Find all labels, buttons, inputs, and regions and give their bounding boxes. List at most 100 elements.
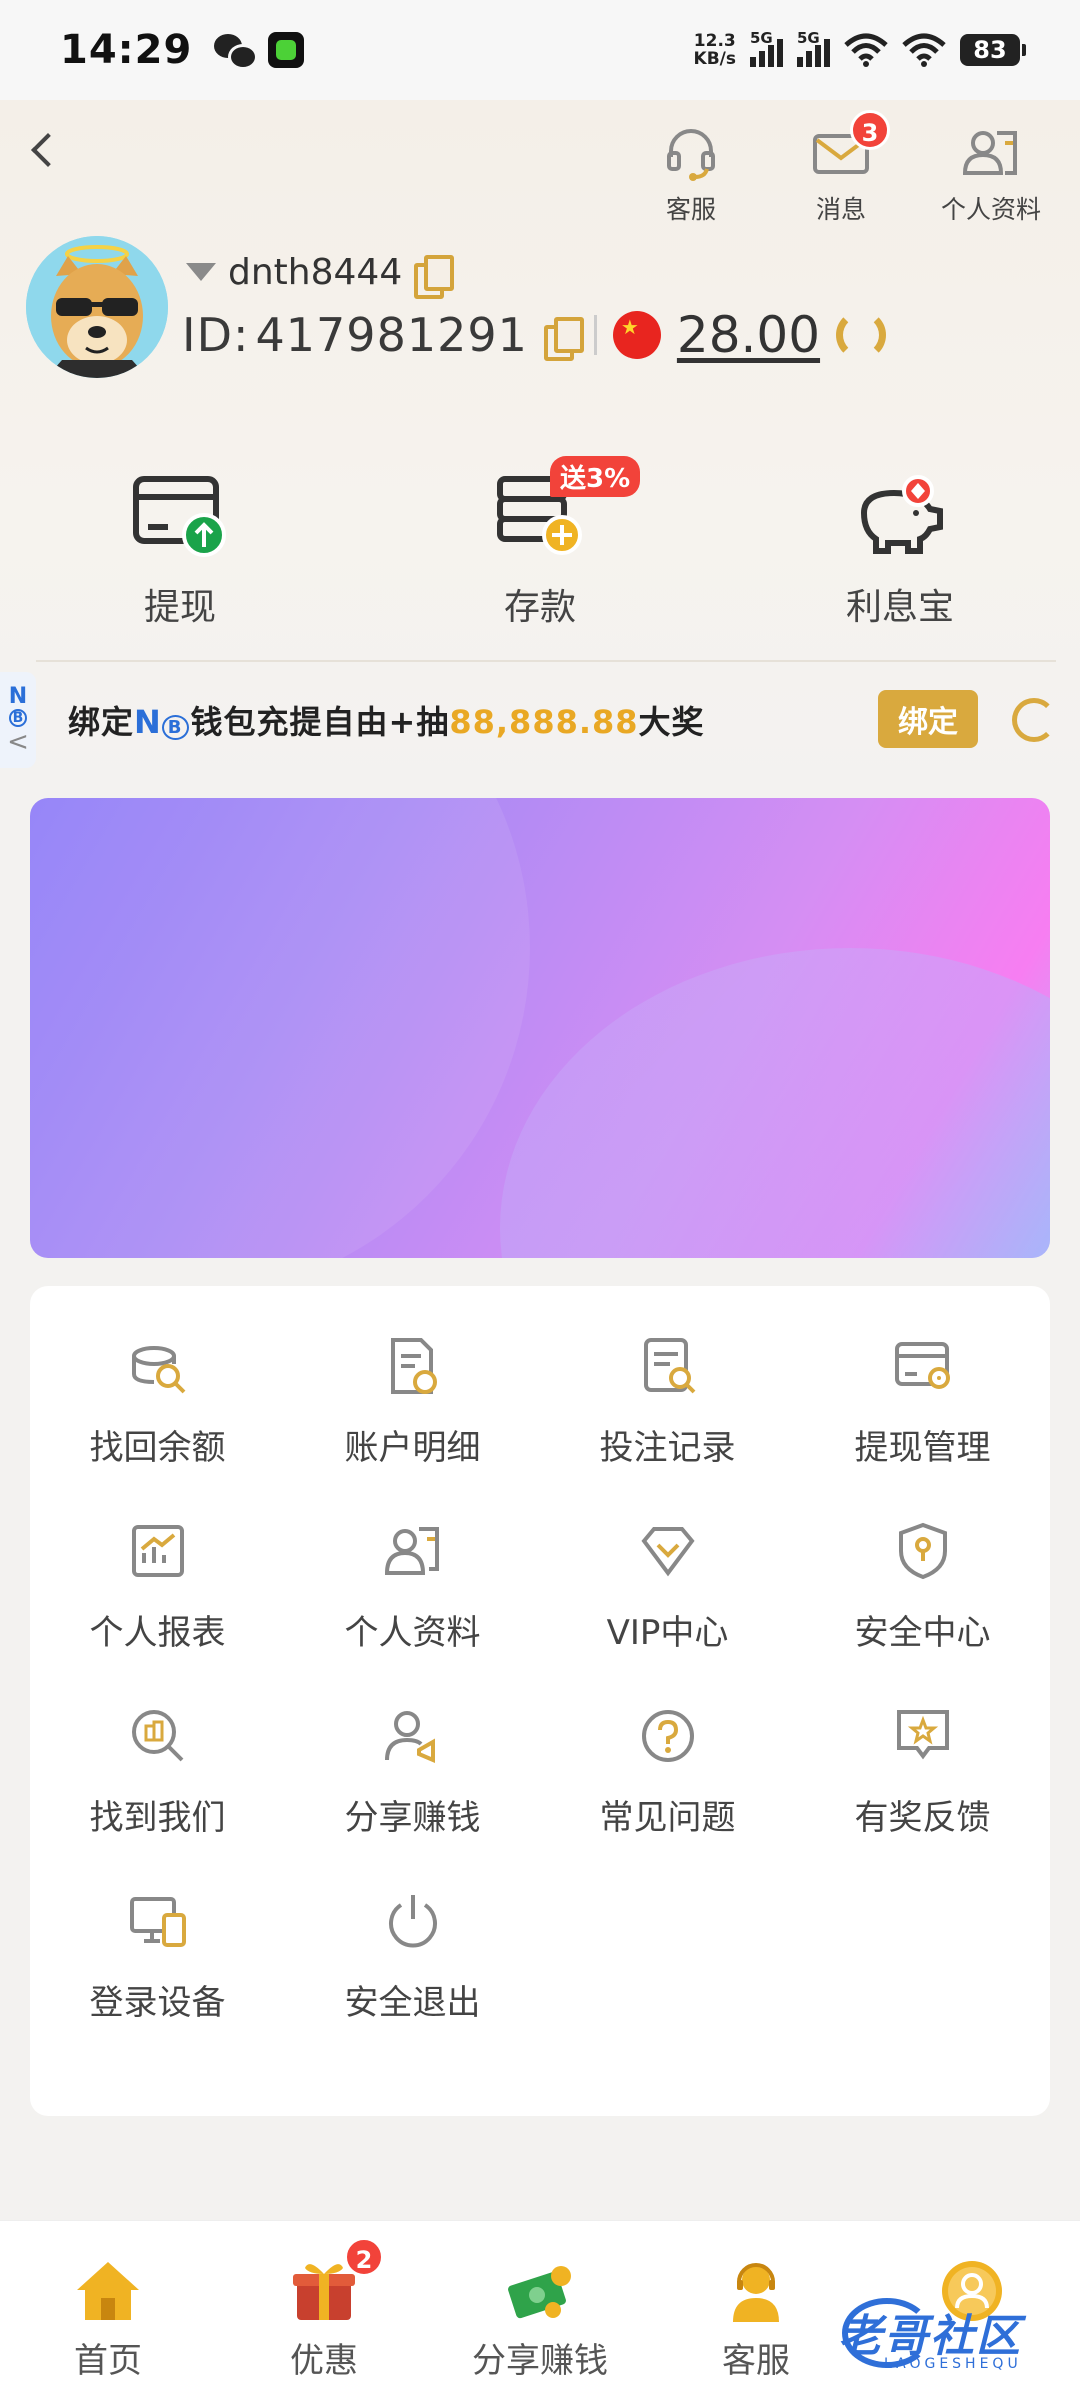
withdraw-manage-icon [894,1342,950,1389]
account-detail-icon [390,1338,437,1394]
menu-label: 安全中心 [854,1613,991,1653]
divider [593,315,597,355]
menu-item-vip-center[interactable]: VIP中心 [540,1511,795,1654]
menu-item-personal-report[interactable]: 个人报表 [30,1511,285,1654]
nav-customer-service[interactable]: 客服 [648,2221,864,2400]
menu-label: 常见问题 [599,1798,736,1838]
side-tab-sub: B [9,708,27,727]
avatar[interactable] [26,236,168,378]
nav-home[interactable]: 首页 [0,2221,216,2400]
devices-icon [129,1897,186,1947]
nb-brand-sub: B [161,715,189,740]
find-us-icon [131,1710,183,1762]
nav-label: 客服 [722,2341,790,2381]
report-chart-icon [131,1525,184,1577]
menu-label: VIP中心 [606,1613,729,1653]
nb-brand: N [134,703,162,741]
menu-item-recover-balance[interactable]: 找回余额 [30,1326,285,1469]
bind-wallet-bar: 绑定N B 钱包充提自由+抽88,888.88大奖 绑定 [36,660,1056,778]
menu-item-profile[interactable]: 个人资料 [285,1511,540,1654]
menu-label: 有奖反馈 [854,1798,991,1838]
id-row: ID: 417981291 28.00 [182,306,887,364]
menu-item-faq[interactable]: 常见问题 [540,1696,795,1839]
messages-button[interactable]: 3 消息 [776,110,906,226]
customer-service-button[interactable]: 客服 [626,118,756,226]
question-icon [641,1710,694,1762]
bind-button[interactable]: 绑定 [878,690,978,748]
cny-flag-icon [612,311,661,359]
status-bar: 14:29 12.3 KB/s 5G 5G 83 [0,0,1080,100]
username: dnth8444 [228,252,403,293]
refresh-icon[interactable] [1012,698,1056,742]
money-icon [508,2266,571,2319]
interest-treasure-button[interactable]: 利息宝 [720,460,1080,640]
menu-item-bet-record[interactable]: 投注记录 [540,1326,795,1469]
deposit-label: 存款 [503,587,576,628]
menu-item-feedback[interactable]: 有奖反馈 [795,1696,1050,1839]
menu-label: 找回余额 [89,1428,226,1468]
headset-icon [667,129,715,181]
menu-label: 分享赚钱 [344,1798,481,1838]
deposit-bonus-tag: 送3% [550,456,641,497]
deposit-button[interactable]: 送3% 存款 [360,456,720,640]
username-row: dnth8444 [186,252,455,299]
profile-button[interactable]: 个人资料 [926,118,1056,226]
share-earn-icon [384,1711,435,1764]
menu-grid: 找回余额 账户明细 投注记录 提现管理 个人报表 个人资料 VIP中心 安全中心… [30,1326,1050,2024]
coin-search-icon [131,1346,185,1394]
menu-label: 找到我们 [89,1798,226,1838]
menu-item-login-devices[interactable]: 登录设备 [30,1881,285,2024]
doge-avatar-icon [26,236,168,378]
promo-banner[interactable] [30,798,1050,1258]
profile-icon [384,1527,439,1575]
nav-label: 分享赚钱 [472,2341,608,2381]
copy-id-icon[interactable] [543,317,584,361]
menu-label: 提现管理 [854,1428,991,1468]
battery-icon: 83 [960,34,1026,66]
profile-label: 个人资料 [940,195,1041,224]
menu-label: 登录设备 [89,1983,226,2023]
status-time: 14:29 [60,27,193,73]
bind-promo-text: 绑定N B 钱包充提自由+抽88,888.88大奖 [68,697,705,743]
watermark-logo: 老哥社区 [838,2311,1022,2362]
bet-record-icon [643,1338,695,1394]
wifi-icon-2 [902,33,946,67]
menu-item-share-earn[interactable]: 分享赚钱 [285,1696,540,1839]
user-id-label: ID: [182,308,250,362]
net-speed: 12.3 KB/s [694,32,736,68]
sim2-label: 5G [797,29,820,47]
wechat-notification-icon [214,32,259,70]
copy-username-icon[interactable] [414,254,455,299]
nav-share-earn[interactable]: 分享赚钱 [432,2221,648,2400]
menu-item-account-detail[interactable]: 账户明细 [285,1326,540,1469]
signal-sim1-icon: 5G [750,29,783,67]
messages-label: 消息 [815,195,866,224]
side-tab-letter: N [8,683,28,709]
feedback-star-icon [896,1710,949,1760]
menu-item-logout[interactable]: 安全退出 [285,1881,540,2024]
menu-item-withdraw-manage[interactable]: 提现管理 [795,1326,1050,1469]
menu-label: 投注记录 [599,1428,736,1468]
menu-item-find-us[interactable]: 找到我们 [30,1696,285,1839]
back-button[interactable] [18,120,78,180]
nav-label: 优惠 [290,2341,358,2381]
user-id: 417981291 [255,308,528,362]
interest-treasure-label: 利息宝 [845,587,954,628]
home-icon [77,2262,139,2320]
side-float-tab[interactable]: N B < [0,672,36,768]
vip-diamond-icon [640,1527,695,1577]
nav-promotions[interactable]: 2 优惠 [216,2221,432,2400]
signal-sim2-icon: 5G [797,29,830,67]
vip-level-icon [186,262,216,283]
withdraw-button[interactable]: 提现 [0,460,360,640]
balance[interactable]: 28.00 [677,306,820,364]
menu-label: 账户明细 [344,1428,481,1468]
nav-label: 首页 [74,2341,142,2381]
messages-badge: 3 [850,110,890,150]
prize-amount: 88,888.88 [449,703,639,741]
bind-text-before: 绑定 [68,703,135,741]
menu-item-security-center[interactable]: 安全中心 [795,1511,1050,1654]
refresh-balance-icon[interactable] [836,310,887,360]
quick-actions: 提现 送3% 存款 利息宝 [0,456,1080,640]
app-notification-icon [268,32,305,68]
